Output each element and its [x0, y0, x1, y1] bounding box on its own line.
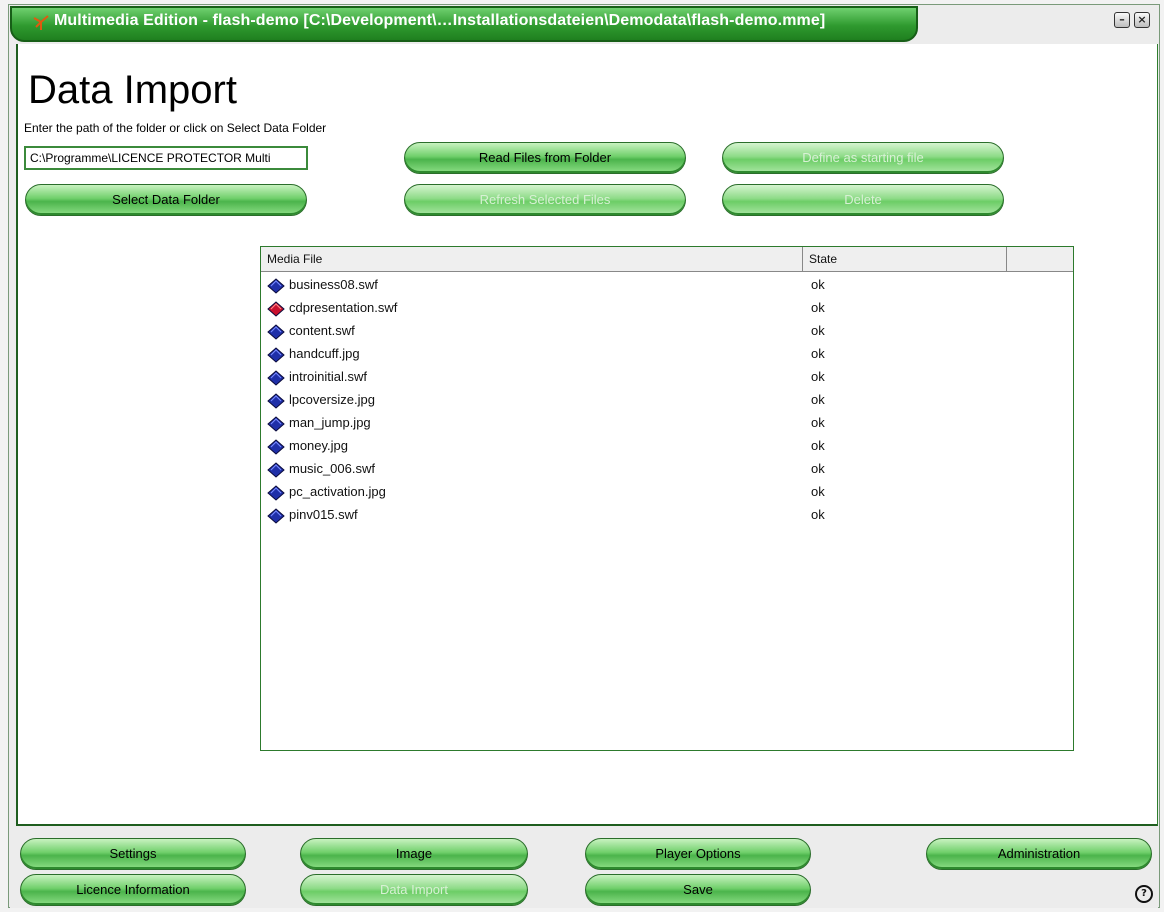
media-file-state: ok — [811, 484, 825, 499]
data-import-button[interactable]: Data Import — [300, 874, 528, 906]
blue-gem-icon — [267, 278, 285, 294]
media-file-name: introinitial.swf — [289, 369, 368, 384]
blue-gem-icon — [267, 393, 285, 409]
media-file-table[interactable]: Media File State business08.swf ok cdprese… — [260, 246, 1074, 751]
table-row[interactable]: content.swf ok — [261, 321, 1073, 344]
media-file-state: ok — [811, 438, 825, 453]
media-file-name: pinv015.swf — [289, 507, 358, 522]
blue-gem-icon — [267, 370, 285, 386]
player-options-button[interactable]: Player Options — [585, 838, 811, 870]
media-file-state: ok — [811, 277, 825, 292]
select-data-folder-button[interactable]: Select Data Folder — [25, 184, 307, 216]
help-icon[interactable]: ? — [1135, 885, 1153, 903]
title-bar[interactable]: Multimedia Edition - flash-demo [C:\Deve… — [10, 6, 920, 44]
app-logo-icon — [33, 15, 49, 30]
media-file-state: ok — [811, 415, 825, 430]
blue-gem-icon — [267, 462, 285, 478]
media-file-state: ok — [811, 392, 825, 407]
define-starting-file-button[interactable]: Define as starting file — [722, 142, 1004, 174]
column-header-media-file[interactable]: Media File — [261, 247, 803, 271]
table-row[interactable]: lpcoversize.jpg ok — [261, 390, 1073, 413]
column-header-state[interactable]: State — [803, 247, 1007, 271]
window-controls: – × — [1114, 12, 1150, 28]
blue-gem-icon — [267, 347, 285, 363]
media-file-name: cdpresentation.swf — [289, 300, 398, 315]
blue-gem-icon — [267, 508, 285, 524]
media-file-name: music_006.swf — [289, 461, 375, 476]
refresh-selected-files-button[interactable]: Refresh Selected Files — [404, 184, 686, 216]
blue-gem-icon — [267, 416, 285, 432]
folder-path-input[interactable] — [24, 146, 308, 170]
media-file-state: ok — [811, 369, 825, 384]
administration-button[interactable]: Administration — [926, 838, 1152, 870]
table-row[interactable]: introinitial.swf ok — [261, 367, 1073, 390]
window-title: Multimedia Edition - flash-demo [C:\Deve… — [54, 12, 826, 29]
delete-button[interactable]: Delete — [722, 184, 1004, 216]
close-icon[interactable]: × — [1134, 12, 1150, 28]
read-files-button[interactable]: Read Files from Folder — [404, 142, 686, 174]
path-hint: Enter the path of the folder or click on… — [24, 121, 327, 135]
table-row[interactable]: money.jpg ok — [261, 436, 1073, 459]
table-row[interactable]: pinv015.swf ok — [261, 505, 1073, 528]
licence-information-button[interactable]: Licence Information — [20, 874, 246, 906]
blue-gem-icon — [267, 439, 285, 455]
red-gem-icon — [267, 301, 285, 317]
table-row[interactable]: handcuff.jpg ok — [261, 344, 1073, 367]
media-file-name: content.swf — [289, 323, 355, 338]
media-file-name: business08.swf — [289, 277, 378, 292]
table-row[interactable]: cdpresentation.swf ok — [261, 298, 1073, 321]
image-button[interactable]: Image — [300, 838, 528, 870]
table-row[interactable]: pc_activation.jpg ok — [261, 482, 1073, 505]
table-row[interactable]: business08.swf ok — [261, 275, 1073, 298]
table-row[interactable]: man_jump.jpg ok — [261, 413, 1073, 436]
media-file-name: pc_activation.jpg — [289, 484, 386, 499]
page-title: Data Import — [28, 68, 237, 112]
table-header: Media File State — [261, 247, 1073, 272]
media-file-state: ok — [811, 346, 825, 361]
media-file-name: handcuff.jpg — [289, 346, 360, 361]
blue-gem-icon — [267, 324, 285, 340]
table-body: business08.swf ok cdpresentation.swf ok cont… — [261, 275, 1073, 528]
settings-button[interactable]: Settings — [20, 838, 246, 870]
save-button[interactable]: Save — [585, 874, 811, 906]
blue-gem-icon — [267, 485, 285, 501]
media-file-name: lpcoversize.jpg — [289, 392, 375, 407]
media-file-state: ok — [811, 323, 825, 338]
minimize-icon[interactable]: – — [1114, 12, 1130, 28]
media-file-state: ok — [811, 300, 825, 315]
media-file-name: man_jump.jpg — [289, 415, 371, 430]
media-file-state: ok — [811, 507, 825, 522]
media-file-state: ok — [811, 461, 825, 476]
media-file-name: money.jpg — [289, 438, 349, 453]
table-row[interactable]: music_006.swf ok — [261, 459, 1073, 482]
